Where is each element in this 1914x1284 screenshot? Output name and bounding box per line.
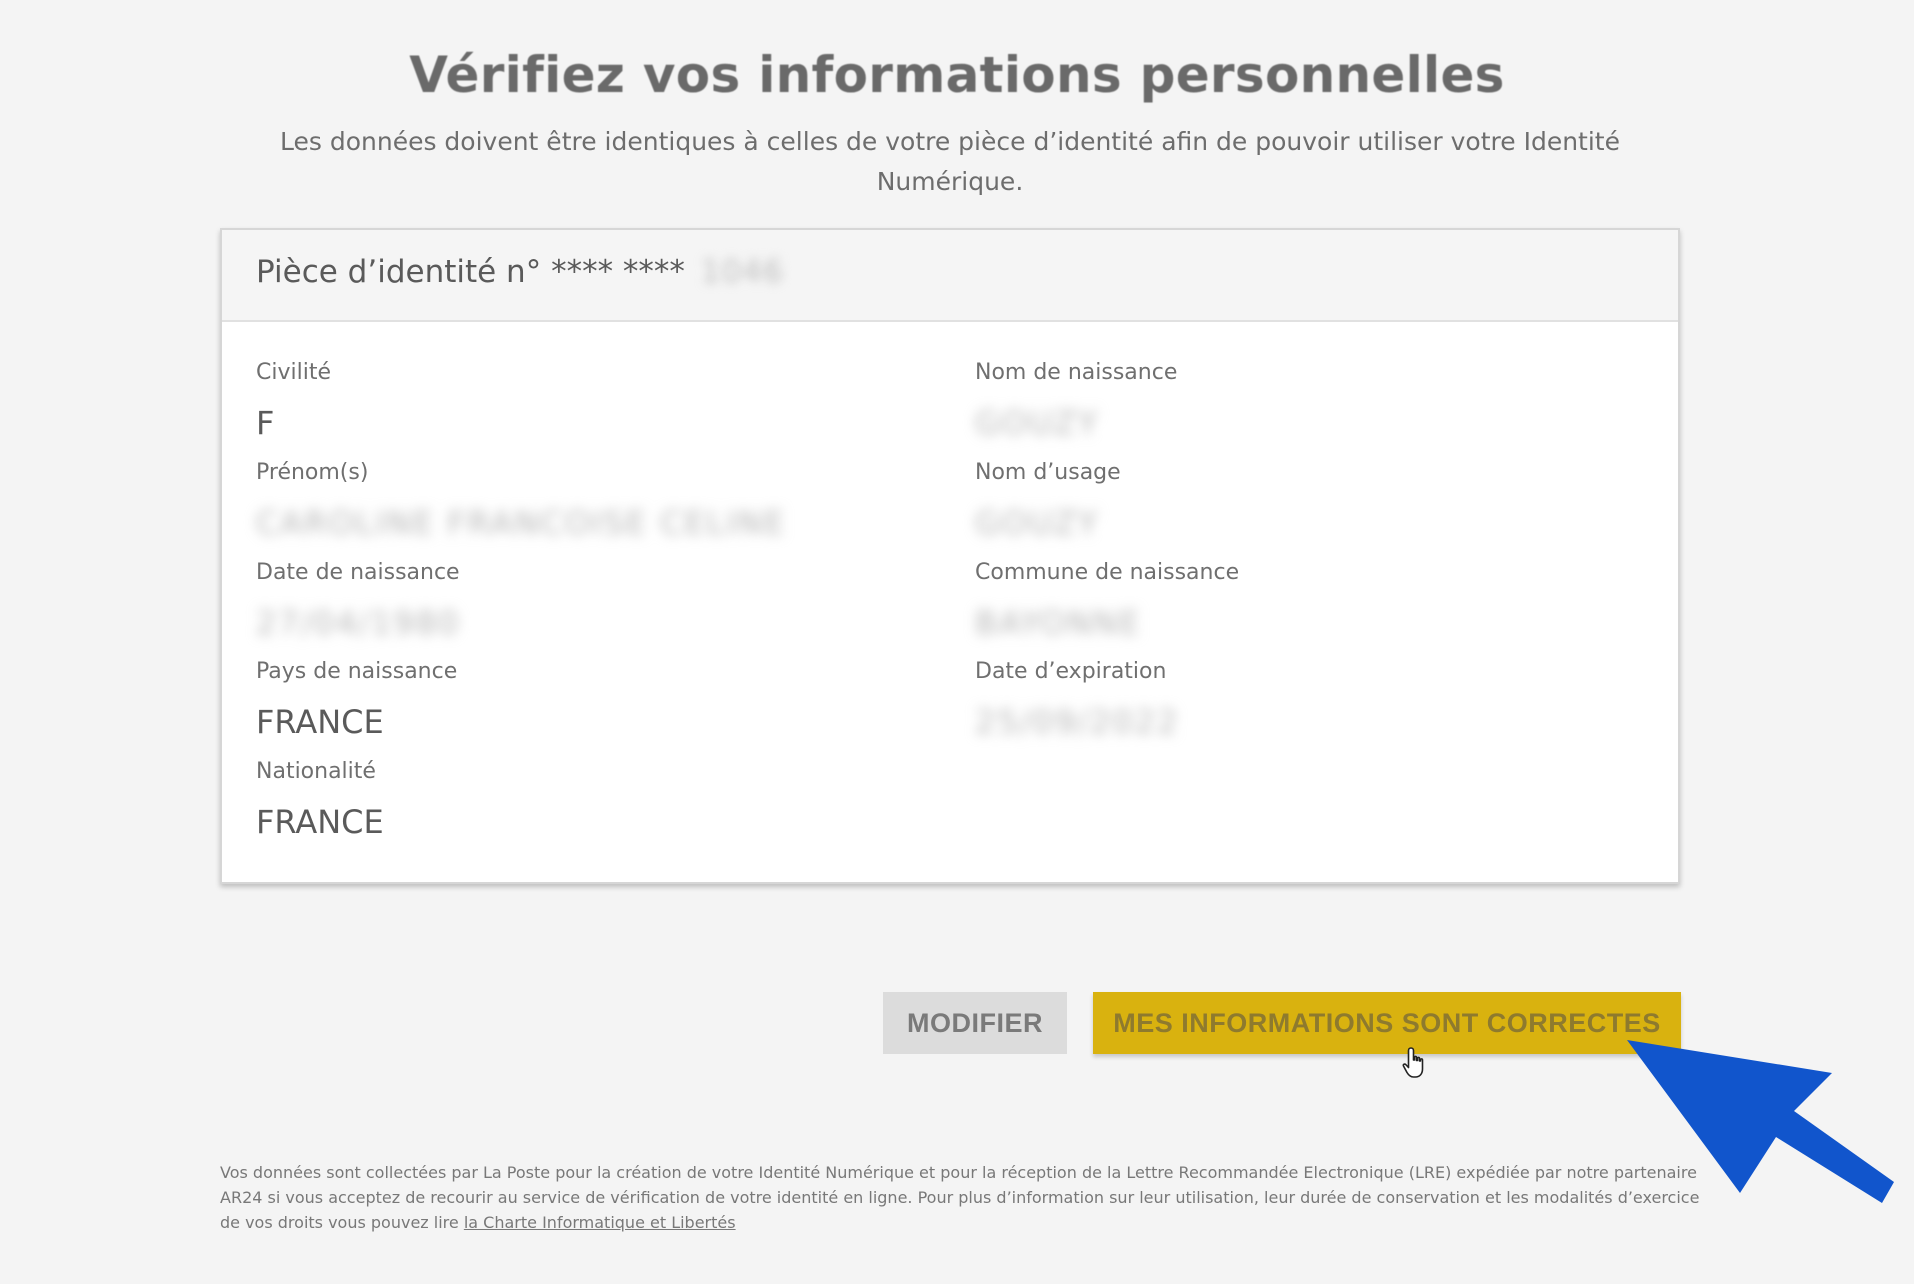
- field-commune-de-naissance: Commune de naissance BAYONNE: [975, 558, 1595, 644]
- field-label: Prénom(s): [256, 460, 369, 485]
- field-date-de-naissance: Date de naissance 27/04/1980: [256, 558, 876, 644]
- privacy-charter-link[interactable]: la Charte Informatique et Libertés: [464, 1213, 736, 1232]
- field-nationalite: Nationalité FRANCE: [256, 757, 876, 843]
- privacy-notice: Vos données sont collectées par La Poste…: [220, 1160, 1700, 1235]
- field-label: Nationalité: [256, 759, 376, 784]
- identity-card-title: Pièce d’identité n° **** **** 1046: [256, 254, 784, 290]
- field-pays-de-naissance: Pays de naissance FRANCE: [256, 657, 876, 743]
- field-value: F: [256, 404, 275, 442]
- field-value-redacted: CAROLINE FRANCOISE CELINE: [256, 504, 787, 542]
- field-label: Nom d’usage: [975, 460, 1121, 485]
- identity-card-title-prefix: Pièce d’identité n°: [256, 254, 542, 290]
- field-nom-de-naissance: Nom de naissance GOUZY: [975, 358, 1595, 444]
- field-nom-d-usage: Nom d’usage GOUZY: [975, 458, 1595, 544]
- field-label: Commune de naissance: [975, 560, 1240, 585]
- field-date-d-expiration: Date d’expiration 25/09/2022: [975, 657, 1595, 743]
- modify-button[interactable]: MODIFIER: [883, 992, 1067, 1054]
- confirm-information-button[interactable]: MES INFORMATIONS SONT CORRECTES: [1093, 992, 1681, 1054]
- field-label: Pays de naissance: [256, 659, 458, 684]
- field-value-redacted: 25/09/2022: [975, 703, 1180, 741]
- field-label: Date d’expiration: [975, 659, 1167, 684]
- page-subtitle: Les données doivent être identiques à ce…: [280, 127, 1620, 196]
- field-value: FRANCE: [256, 803, 384, 841]
- field-value-redacted: GOUZY: [975, 504, 1100, 542]
- field-label: Date de naissance: [256, 560, 460, 585]
- field-value-redacted: 27/04/1980: [256, 604, 461, 642]
- field-label: Civilité: [256, 360, 331, 385]
- identity-card: Pièce d’identité n° **** **** 1046 Civil…: [220, 228, 1680, 884]
- identity-card-header: Pièce d’identité n° **** **** 1046: [222, 230, 1678, 322]
- field-value-redacted: GOUZY: [975, 404, 1100, 442]
- field-civilite: Civilité F: [256, 358, 876, 444]
- privacy-notice-text: Vos données sont collectées par La Poste…: [220, 1163, 1700, 1232]
- field-prenoms: Prénom(s) CAROLINE FRANCOISE CELINE: [256, 458, 876, 544]
- hand-pointer-icon: [1402, 1047, 1424, 1078]
- field-value-redacted: BAYONNE: [975, 604, 1142, 642]
- page: Vérifiez vos informations personnelles L…: [0, 0, 1914, 1284]
- field-value: FRANCE: [256, 703, 384, 741]
- identity-card-number-hidden: 1046: [700, 254, 784, 290]
- identity-card-number-mask: **** ****: [551, 254, 685, 290]
- page-title: Vérifiez vos informations personnelles: [409, 46, 1505, 104]
- field-label: Nom de naissance: [975, 360, 1178, 385]
